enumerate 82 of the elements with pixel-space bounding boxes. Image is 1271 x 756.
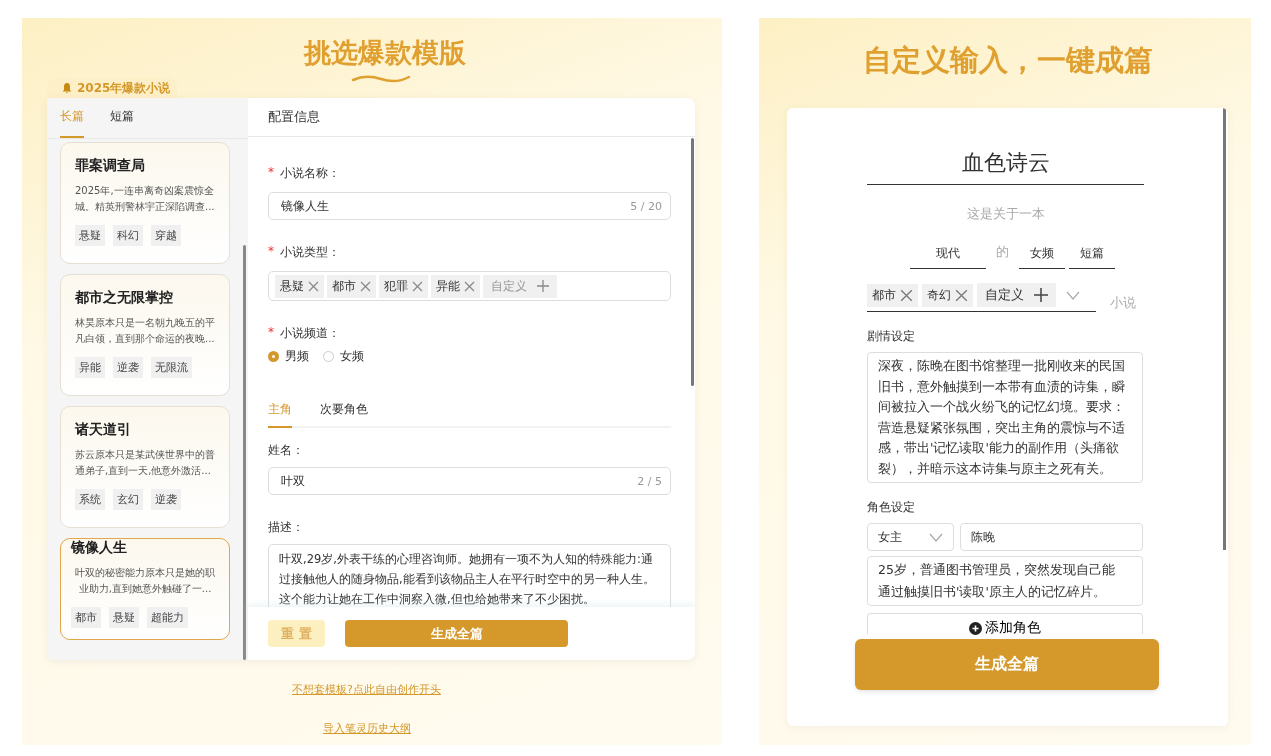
radio-label: 女频 (340, 348, 364, 365)
field-label: 小说频道： (280, 325, 340, 342)
genre-tag: 穿越 (151, 225, 181, 246)
length-tab[interactable]: 短篇 (110, 108, 134, 138)
template-title: 都市之无限掌控 (75, 289, 174, 307)
field-label: 剧情设定 (867, 328, 916, 345)
plus-icon (1034, 288, 1048, 302)
role-name-field[interactable]: 陈晚 (960, 523, 1143, 551)
close-icon[interactable] (308, 280, 319, 292)
field-label: 描述： (268, 519, 304, 536)
role-description-field[interactable]: 25岁，普通图书管理员，突然发现自己能通过触摸旧书'读取'原主人的记忆碎片。 (867, 556, 1143, 606)
close-icon[interactable] (900, 288, 913, 302)
genre-select-field[interactable]: 都市 奇幻 自定义 (867, 283, 1096, 312)
role-description-field[interactable]: 叶双,29岁,外表干练的心理咨询师。她拥有一项不为人知的特殊能力:通过接触他人的随身物品,能看到该物品主人在平行时空中的另一种人生。这个能力让她在工作中洞察入微,但也给她带来了不少困扰。 (268, 544, 671, 607)
channel-field[interactable]: 女频 (1019, 245, 1065, 269)
panel-title: 挑选爆款模版 (302, 36, 467, 70)
template-summary: 叶双的秘密能力原本只是她的职业助力,直到她意外触碰了一... (74, 566, 216, 596)
required-mark: * (268, 325, 274, 341)
template-summary: 林昊原本只是一名朝九晚五的平凡白领，直到那个命运的夜晚... (75, 316, 216, 346)
genre-tag: 玄幻 (113, 489, 143, 510)
chevron-down-icon[interactable] (1066, 290, 1080, 300)
genre-tag: 科幻 (113, 225, 143, 246)
plus-icon (537, 280, 549, 292)
role-tab[interactable]: 次要角色 (320, 401, 368, 428)
radio-label: 男频 (285, 348, 309, 365)
custom-genre-chip[interactable]: 自定义 (977, 283, 1056, 307)
template-title: 诸天道引 (75, 421, 132, 439)
config-heading: 配置信息 (248, 98, 695, 137)
template-item[interactable]: 镜像人生 叶双的秘密能力原本只是她的职业助力,直到她意外触碰了一... 都市 悬疑 超能力 (60, 538, 230, 640)
template-title: 罪案调查局 (75, 157, 146, 175)
close-icon[interactable] (360, 280, 371, 292)
close-icon[interactable] (412, 280, 423, 292)
genre-tag: 都市 (71, 607, 101, 628)
genre-tag: 无限流 (151, 357, 192, 378)
genre-tag: 系统 (75, 489, 105, 510)
field-label: 小说名称： (280, 165, 340, 182)
genre-tag: 异能 (75, 357, 105, 378)
badge-label: 2025年爆款小说 (77, 79, 171, 97)
field-label: 角色设定 (867, 499, 916, 516)
genre-chip: 悬疑 (275, 274, 324, 298)
scrollbar[interactable] (691, 138, 694, 386)
genre-chip: 都市 (327, 274, 376, 298)
template-item[interactable]: 诸天道引 苏云原本只是某武侠世界中的普通弟子,直到一天,他意外激活... 系统 玄幻 逆袭 (60, 406, 230, 528)
genre-tag: 悬疑 (109, 607, 139, 628)
bell-icon (61, 82, 73, 94)
scrollbar[interactable] (243, 245, 246, 660)
required-mark: * (268, 244, 274, 260)
template-title: 镜像人生 (71, 539, 128, 557)
template-item[interactable]: 都市之无限掌控 林昊原本只是一名朝九晚五的平凡白领，直到那个命运的夜晚... 异能 逆袭 无限流 (60, 274, 230, 396)
genre-chip: 异能 (431, 274, 480, 298)
plot-field[interactable]: 深夜，陈晚在图书馆整理一批刚收来的民国旧书，意外触摸到一本带有血渍的诗集，瞬间被拉入一个战火纷飞的记忆幻境。要求：营造悬疑紧张氛围，突出主角的震惊与不适感，带出'记忆读取'能力的副作用（头痛欲裂），并暗示这本诗集与原主之死有关。 (867, 352, 1143, 483)
close-icon[interactable] (464, 280, 475, 292)
role-name-field[interactable]: 叶双 2 / 5 (268, 467, 671, 495)
genre-chip: 犯罪 (379, 274, 428, 298)
template-summary: 苏云原本只是某武侠世界中的普通弟子,直到一天,他意外激活... (75, 448, 216, 478)
genre-tag: 逆袭 (113, 357, 143, 378)
field-label: 姓名： (268, 442, 304, 459)
add-role-button[interactable]: 添加角色 (867, 613, 1143, 634)
field-label: 小说类型： (280, 244, 340, 261)
connector-text: 的 (995, 243, 1010, 261)
template-item[interactable]: 罪案调查局 2025年,一连串离奇凶案震惊全城。精英刑警林宇正深陷调查... 悬疑 科幻 穿越 (60, 142, 230, 264)
genre-tag: 超能力 (147, 607, 188, 628)
novel-title-field[interactable]: 血色诗云 (867, 148, 1144, 185)
close-icon[interactable] (955, 288, 968, 302)
era-field[interactable]: 现代 (910, 245, 986, 269)
template-summary: 2025年,一连串离奇凶案震惊全城。精英刑警林宇正深陷调查... (75, 184, 216, 214)
genre-select-field[interactable]: 悬疑 都市 犯罪 异能 自定义 (268, 271, 671, 301)
squiggle-underline-icon (350, 73, 411, 83)
genre-tag: 逆袭 (151, 489, 181, 510)
radio-button[interactable] (268, 351, 279, 362)
scrollbar[interactable] (1223, 108, 1226, 550)
plus-circle-icon (969, 622, 982, 635)
genre-chip: 奇幻 (922, 283, 973, 307)
length-field[interactable]: 短篇 (1069, 245, 1115, 269)
panel-title: 自定义输入，一键成篇 (861, 42, 1154, 79)
genre-chip: 都市 (867, 283, 918, 307)
novel-name-field[interactable]: 镜像人生 5 / 20 (268, 192, 671, 220)
genre-tag: 悬疑 (75, 225, 105, 246)
suffix-text: 小说 (1110, 294, 1136, 312)
chevron-down-icon (929, 532, 943, 542)
required-mark: * (268, 165, 274, 181)
role-type-select[interactable]: 女主 (867, 523, 954, 551)
